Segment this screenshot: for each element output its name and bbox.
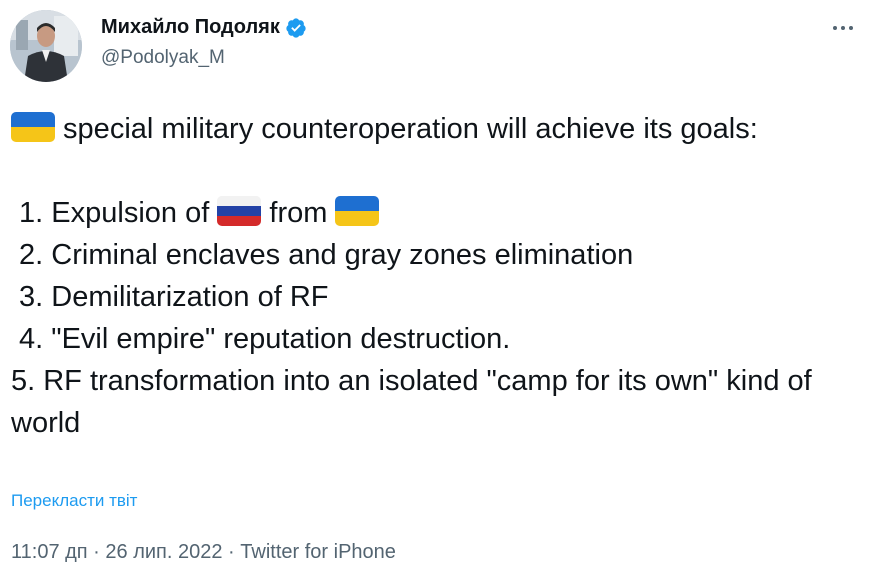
tweet-line-4: 4. "Evil empire" reputation destruction. — [11, 323, 511, 355]
tweet-date[interactable]: 26 лип. 2022 — [105, 541, 222, 563]
avatar[interactable] — [10, 10, 82, 82]
tweet-time[interactable]: 11:07 дп — [11, 541, 88, 563]
author-handle[interactable]: @Podolyak_M — [101, 47, 225, 69]
ukraine-flag-icon — [335, 196, 380, 226]
tweet-line-intro: special military counteroperation will a… — [11, 108, 831, 150]
tweet-meta: 11:07 дп · 26 лип. 2022 · Twitter for iP… — [11, 541, 396, 564]
tweet-line-2: 2. Criminal enclaves and gray zones elim… — [11, 239, 634, 271]
tweet-line-5: 5. RF transformation into an isolated "c… — [11, 365, 812, 439]
more-options-button[interactable] — [829, 14, 857, 42]
avatar-photo — [10, 10, 82, 82]
tweet-text: special military counteroperation will a… — [11, 108, 831, 444]
meta-separator: · — [222, 541, 241, 563]
tweet-line-1: 1. Expulsion of from — [11, 192, 831, 234]
translate-tweet-link[interactable]: Перекласти твіт — [11, 491, 137, 511]
ukraine-flag-icon — [11, 112, 55, 142]
more-dots-icon — [833, 26, 853, 30]
author-display-name[interactable]: Михайло Подоляк — [101, 16, 280, 39]
tweet-intro-text: special military counteroperation will a… — [55, 113, 758, 145]
meta-separator: · — [87, 541, 106, 563]
author-name-row: Михайло Подоляк — [101, 16, 307, 39]
item1-text-b: from — [261, 197, 336, 229]
verified-badge-icon — [285, 17, 307, 39]
tweet-line-3: 3. Demilitarization of RF — [11, 281, 329, 313]
item1-text-a: 1. Expulsion of — [11, 197, 218, 229]
russia-flag-icon — [217, 196, 262, 226]
tweet-source[interactable]: Twitter for iPhone — [240, 541, 396, 563]
